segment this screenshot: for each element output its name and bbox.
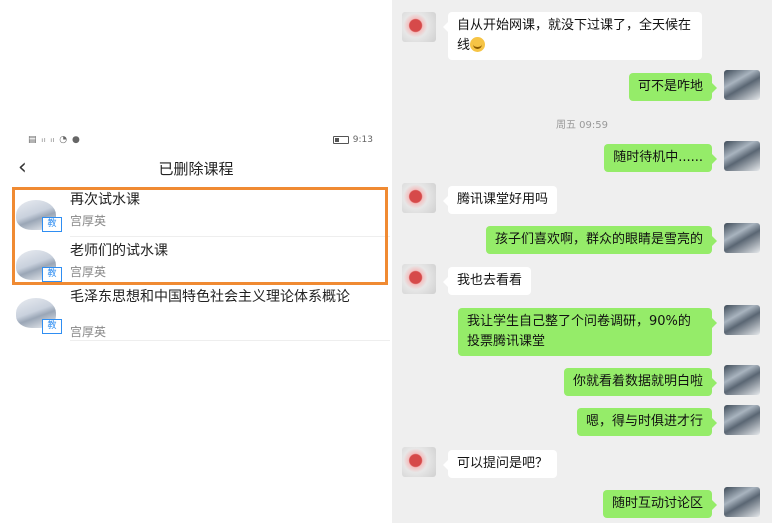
my-avatar[interactable]	[724, 141, 760, 171]
message-bubble[interactable]: 随时互动讨论区	[602, 490, 718, 518]
course-name: 毛泽东思想和中国特色社会主义理论体系概论	[70, 289, 350, 305]
contact-avatar[interactable]	[402, 447, 436, 477]
header: ‹ 已删除课程	[0, 152, 392, 186]
timestamp: 周五 09:59	[556, 120, 608, 131]
course-teacher: 宫厚英	[70, 325, 107, 339]
message-bubble[interactable]: 可不是咋地	[628, 73, 718, 101]
message-text: 随时互动讨论区	[611, 496, 703, 511]
highlight-box	[12, 187, 388, 285]
teacher-badge: 教	[42, 319, 62, 334]
message-text: 嗯，得与时俱进才行	[585, 414, 703, 429]
message-text: 可不是咋地	[637, 79, 703, 94]
status-bar: ▤ ᵢₗ ᵢₗ ◔ ● 9:13	[28, 135, 373, 149]
my-avatar[interactable]	[724, 305, 760, 335]
page-title: 已删除课程	[158, 160, 234, 178]
message-text: 我也去看看	[457, 273, 523, 288]
message-text: 可以提问是吧？	[457, 456, 549, 471]
my-avatar[interactable]	[724, 487, 760, 517]
message-bubble[interactable]: 你就看着数据就明白啦	[563, 368, 718, 396]
message-text: 腾讯课堂好用吗	[457, 192, 549, 207]
message-text: 自从开始网课，就没下过课了，全天候在线	[457, 18, 692, 53]
message-bubble[interactable]: 腾讯课堂好用吗	[442, 186, 558, 214]
message-bubble[interactable]: 自从开始网课，就没下过课了，全天候在线	[443, 12, 702, 60]
my-avatar[interactable]	[724, 223, 760, 253]
message-text: 随时待机中......	[613, 150, 703, 165]
my-avatar[interactable]	[724, 405, 760, 435]
list-item[interactable]: 教 毛泽东思想和中国特色社会主义理论体系概论 宫厚英	[14, 288, 386, 340]
divider	[70, 340, 390, 341]
message-bubble[interactable]: 我让学生自己整了个问卷调研，90%的投票腾讯课堂	[458, 308, 717, 356]
message-bubble[interactable]: 随时待机中......	[604, 144, 717, 172]
chat-panel: 自从开始网课，就没下过课了，全天候在线 可不是咋地 周五 09:59 随时待机中…	[392, 0, 772, 523]
message-text: 你就看着数据就明白啦	[572, 374, 703, 389]
contact-avatar[interactable]	[402, 264, 436, 294]
message-bubble[interactable]: 我也去看看	[442, 267, 532, 295]
laughing-emoji-icon	[470, 37, 486, 52]
deleted-courses-screen: ▤ ᵢₗ ᵢₗ ◔ ● 9:13 ‹ 已删除课程 教 再次试水课 宫厚英 教 老…	[0, 0, 392, 523]
status-time: 9:13	[352, 135, 373, 145]
message-bubble[interactable]: 孩子们喜欢啊，群众的眼睛是雪亮的	[485, 226, 718, 254]
message-text: 我让学生自己整了个问卷调研，90%的投票腾讯课堂	[467, 314, 691, 349]
battery-icon	[332, 136, 349, 144]
message-bubble[interactable]: 可以提问是吧？	[442, 450, 558, 478]
message-bubble[interactable]: 嗯，得与时俱进才行	[576, 408, 718, 436]
message-text: 孩子们喜欢啊，群众的眼睛是雪亮的	[494, 232, 703, 247]
contact-avatar[interactable]	[402, 183, 436, 213]
signal-icons: ▤ ᵢₗ ᵢₗ ◔ ●	[28, 135, 81, 145]
contact-avatar[interactable]	[402, 12, 436, 42]
my-avatar[interactable]	[724, 70, 760, 100]
my-avatar[interactable]	[724, 365, 760, 395]
